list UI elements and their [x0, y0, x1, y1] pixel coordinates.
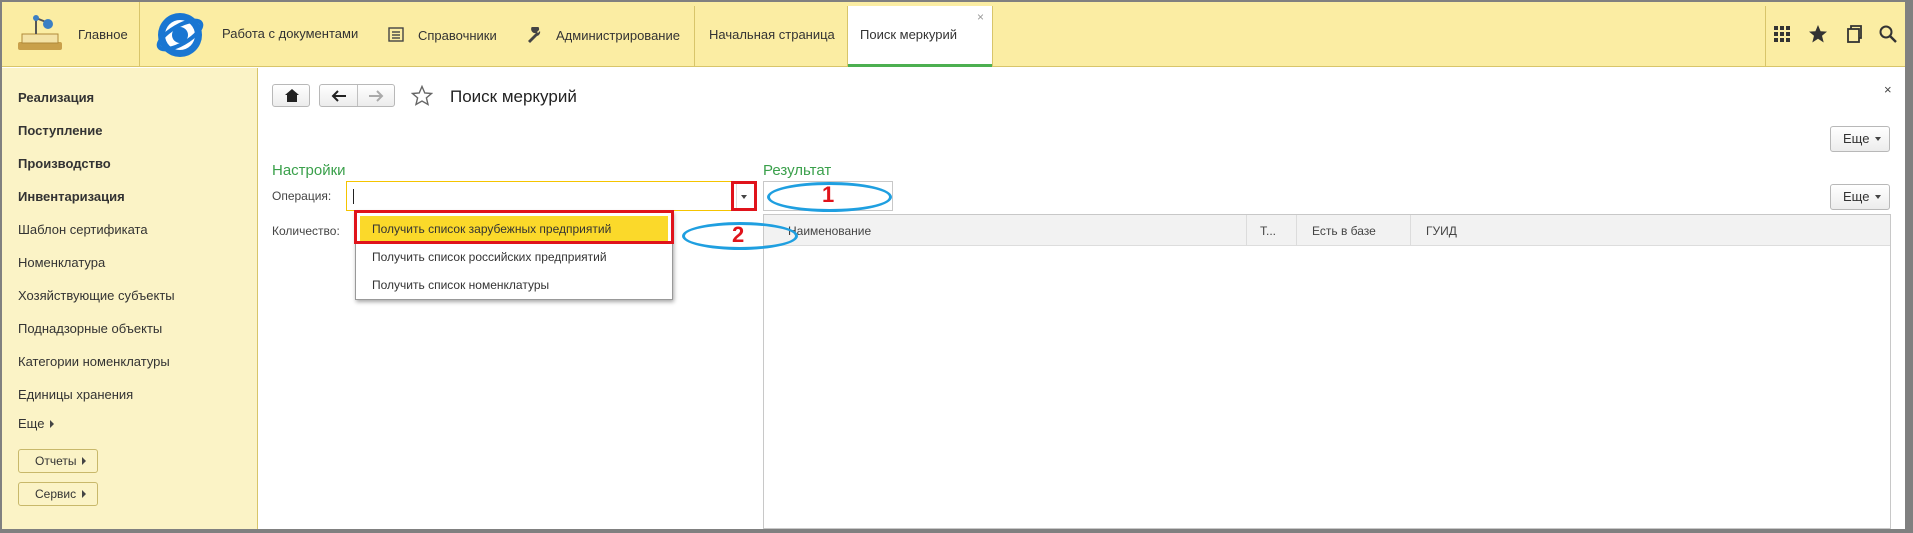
form-more-label: Еще — [1843, 131, 1870, 146]
home-label: Главное — [78, 27, 128, 42]
wrench-icon — [528, 27, 541, 43]
triangle-right-icon — [50, 420, 55, 428]
column-in-database[interactable]: Есть в базе — [1312, 224, 1376, 238]
sidebar: Реализация Поступление Производство Инве… — [2, 68, 258, 529]
column-guid[interactable]: ГУИД — [1426, 224, 1457, 238]
triangle-right-icon — [82, 490, 87, 498]
arrow-right-icon[interactable] — [368, 90, 384, 102]
form-more-button[interactable]: Еще — [1830, 126, 1890, 152]
form-close-icon[interactable]: × — [1884, 82, 1892, 97]
tab-start-page-label: Начальная страница — [709, 27, 835, 42]
column-type[interactable]: Т... — [1260, 224, 1276, 238]
house-icon — [285, 89, 299, 102]
arrow-left-icon[interactable] — [331, 90, 347, 102]
desk-lamp-icon — [18, 15, 62, 50]
app-window: Главное Работа с документами Справочники — [2, 2, 1905, 529]
annotation-number-2: 2 — [732, 222, 745, 247]
menu-documents[interactable]: Работа с документами — [222, 26, 358, 41]
tab-separator — [992, 6, 993, 67]
column-name[interactable]: Наименование — [788, 224, 871, 238]
operation-input[interactable] — [346, 181, 756, 211]
nav-buttons — [319, 84, 395, 107]
sidebar-item-nomenclature-categories[interactable]: Категории номенклатуры — [18, 354, 170, 369]
sidebar-more[interactable]: Еще — [18, 416, 55, 431]
sidebar-item-nomenclature[interactable]: Номенклатура — [18, 255, 105, 270]
menu-documents-label: Работа с документами — [222, 26, 359, 41]
home-page-button[interactable] — [272, 84, 310, 107]
quantity-label: Количество: — [272, 224, 340, 238]
menu-references[interactable]: Справочники — [388, 27, 497, 43]
sidebar-more-label: Еще — [18, 416, 45, 431]
sidebar-item-supervised-objects[interactable]: Поднадзорные объекты — [18, 321, 162, 336]
result-table: Наименование Т... Есть в базе ГУИД — [763, 214, 1891, 529]
operation-label: Операция: — [272, 189, 332, 203]
result-more-label: Еще — [1843, 189, 1870, 204]
result-more-button[interactable]: Еще — [1830, 184, 1890, 210]
service-button-label: Сервис — [35, 487, 77, 501]
menu-administration-label: Администрирование — [556, 27, 680, 43]
toolbar-separator — [1765, 6, 1766, 67]
nav-separator — [357, 85, 358, 106]
dropdown-button-highlight — [731, 181, 757, 211]
dropdown-option-russian[interactable]: Получить список российских предприятий — [372, 250, 607, 264]
reports-button[interactable]: Отчеты — [18, 449, 98, 473]
favorite-star-icon[interactable] — [411, 85, 433, 106]
triangle-right-icon — [82, 457, 87, 465]
list-icon — [388, 27, 404, 42]
sidebar-item-storage-units[interactable]: Единицы хранения — [18, 387, 133, 402]
chevron-down-icon — [1875, 137, 1882, 141]
option-highlight-box — [354, 210, 674, 244]
page-title: Поиск меркурий — [450, 87, 577, 106]
table-header: Наименование Т... Есть в базе ГУИД — [764, 215, 1890, 246]
service-button[interactable]: Сервис — [18, 482, 98, 506]
sidebar-item-business-entities[interactable]: Хозяйствующие субъекты — [18, 288, 175, 303]
tab-close-icon[interactable]: × — [977, 10, 984, 24]
column-separator — [1410, 215, 1411, 246]
chevron-down-icon — [1875, 195, 1882, 199]
sidebar-item-sales[interactable]: Реализация — [18, 90, 94, 105]
menu-references-label: Справочники — [418, 27, 497, 43]
history-icon[interactable] — [1844, 24, 1864, 44]
brand-logo-icon[interactable] — [154, 10, 206, 60]
apps-grid-icon[interactable] — [1772, 24, 1792, 44]
column-separator — [1296, 215, 1297, 246]
tab-mercury-search[interactable]: Поиск меркурий × — [848, 6, 992, 67]
settings-title: Настройки — [272, 162, 346, 179]
reports-button-label: Отчеты — [35, 454, 77, 468]
annotation-number-1: 1 — [822, 182, 835, 207]
column-separator — [1246, 215, 1247, 246]
tab-start-page[interactable]: Начальная страница — [695, 6, 847, 67]
text-cursor — [353, 189, 354, 204]
top-bar: Главное Работа с документами Справочники — [2, 2, 1905, 67]
sidebar-item-inventory[interactable]: Инвентаризация — [18, 189, 125, 204]
sidebar-item-certificate-template[interactable]: Шаблон сертификата — [18, 222, 148, 237]
menu-administration[interactable]: Администрирование — [526, 27, 680, 43]
star-icon[interactable] — [1808, 24, 1828, 44]
search-icon[interactable] — [1878, 24, 1898, 44]
result-title: Результат — [763, 162, 832, 179]
sidebar-item-receipts[interactable]: Поступление — [18, 123, 103, 138]
sidebar-item-production[interactable]: Производство — [18, 156, 111, 171]
tab-mercury-search-label: Поиск меркурий — [860, 27, 957, 42]
dropdown-option-nomenclature[interactable]: Получить список номенклатуры — [372, 278, 549, 292]
home-button[interactable]: Главное — [2, 2, 140, 67]
